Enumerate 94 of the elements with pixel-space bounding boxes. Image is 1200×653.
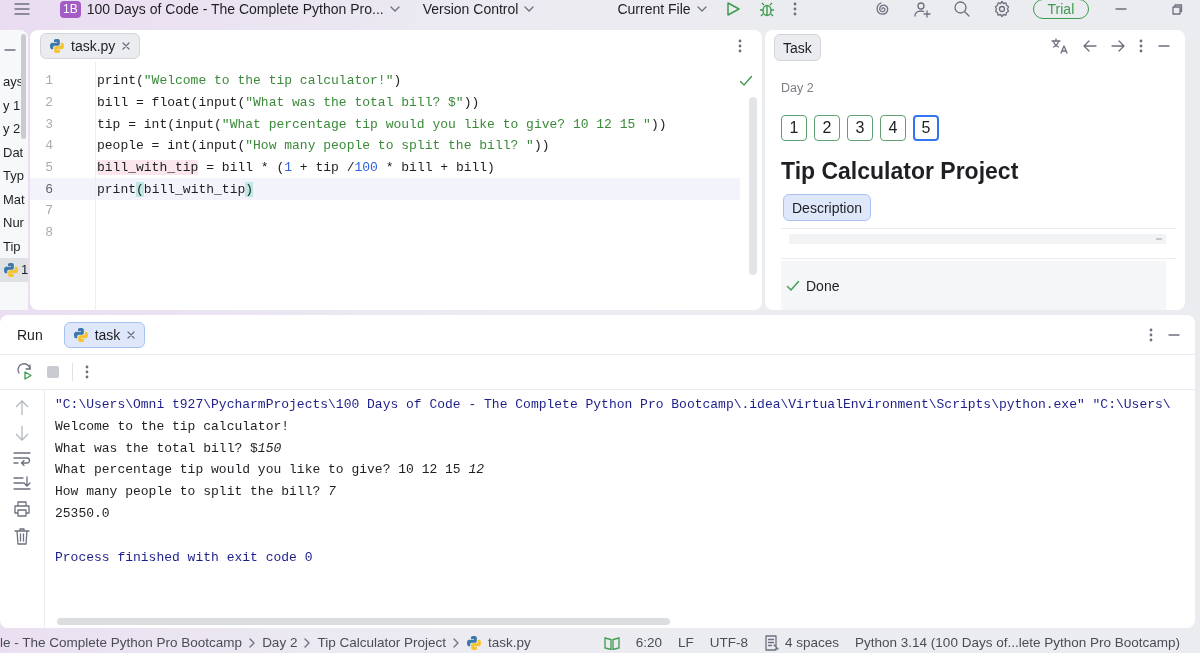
tree-item[interactable]: Typ bbox=[0, 164, 28, 188]
python-icon bbox=[3, 261, 19, 278]
trash-icon[interactable] bbox=[14, 527, 30, 545]
bug-icon[interactable] bbox=[758, 1, 775, 17]
breadcrumb[interactable]: Tip Calculator Project bbox=[317, 635, 446, 650]
translate-icon[interactable] bbox=[1051, 37, 1069, 54]
line-number: 3 bbox=[44, 116, 53, 132]
cursor-position[interactable]: 6:20 bbox=[635, 635, 662, 650]
check-icon bbox=[739, 75, 753, 87]
tree-item[interactable]: Tip bbox=[0, 234, 28, 258]
chevron-icon bbox=[248, 637, 257, 648]
step-button[interactable]: 3 bbox=[847, 115, 873, 141]
code-line: bill = float(input("What was the total bill? $")) bbox=[97, 95, 480, 111]
settings-icon[interactable] bbox=[992, 0, 1011, 18]
project-badge: 1B bbox=[60, 0, 81, 18]
breadcrumb[interactable]: task.py bbox=[487, 635, 531, 650]
code-line: print("Welcome to the tip calculator!") bbox=[97, 73, 402, 89]
caret-icon bbox=[696, 6, 707, 12]
python-icon bbox=[72, 326, 89, 343]
tree-item[interactable]: Dat bbox=[0, 140, 28, 164]
close-icon[interactable] bbox=[121, 41, 132, 51]
caret-icon bbox=[524, 6, 535, 12]
soft-wrap-icon[interactable] bbox=[13, 450, 31, 466]
tree-item[interactable]: 1 bbox=[0, 258, 28, 282]
status-label: Done bbox=[806, 278, 840, 294]
code-line: print(bill_with_tip) bbox=[97, 181, 254, 197]
add-user-icon[interactable] bbox=[912, 0, 931, 18]
step-button[interactable]: 2 bbox=[814, 115, 840, 141]
chevron-icon bbox=[303, 637, 312, 648]
line-ending[interactable]: LF bbox=[678, 635, 694, 650]
more-icon[interactable] bbox=[85, 364, 89, 380]
indent-setting[interactable]: 4 spaces bbox=[785, 635, 840, 650]
tree-item[interactable]: Nur bbox=[0, 211, 28, 235]
scrollbar[interactable] bbox=[21, 34, 26, 139]
console-line: Welcome to the tip calculator! bbox=[55, 417, 291, 436]
interpreter-selector[interactable]: Python 3.14 (100 Days of...lete Python Pro Bootcamp) bbox=[855, 635, 1180, 650]
breadcrumb[interactable]: le - The Complete Python Pro Bootcamp bbox=[0, 635, 243, 650]
scrollbar[interactable] bbox=[749, 97, 757, 275]
more-icon[interactable] bbox=[792, 1, 797, 17]
back-arrow-icon[interactable] bbox=[1083, 39, 1097, 52]
code-line: people = int(input("How many people to split the bill? ")) bbox=[97, 138, 550, 154]
console-line: Process finished with exit code 0 bbox=[55, 548, 314, 567]
tree-item[interactable]: y 2 bbox=[0, 117, 28, 141]
run-icon[interactable] bbox=[724, 1, 741, 17]
document-icon[interactable] bbox=[764, 634, 780, 651]
code-line: tip = int(input("What percentage tip would you like to give? 10 12 15 ")) bbox=[97, 116, 667, 132]
scrollbar[interactable] bbox=[57, 618, 670, 625]
console-line: How many people to split the bill? 7 bbox=[55, 483, 337, 502]
run-config-selector[interactable]: Current File bbox=[617, 1, 691, 17]
rerun-icon[interactable] bbox=[16, 363, 34, 381]
chevron-icon bbox=[451, 637, 460, 648]
tree-item[interactable]: y 1 bbox=[0, 93, 28, 117]
more-icon[interactable] bbox=[1139, 37, 1143, 54]
check-icon bbox=[786, 280, 800, 292]
line-number: 8 bbox=[44, 225, 53, 241]
task-tab[interactable]: Task bbox=[774, 34, 821, 61]
file-tab[interactable]: task.py bbox=[40, 33, 141, 59]
book-icon[interactable] bbox=[603, 635, 620, 650]
panel-title: Run bbox=[17, 326, 43, 343]
restore-icon[interactable] bbox=[1170, 2, 1185, 16]
step-button[interactable]: 5 bbox=[913, 115, 939, 141]
project-selector[interactable]: 100 Days of Code - The Complete Python Pro... bbox=[86, 1, 384, 17]
lesson-name: Day 2 bbox=[781, 81, 815, 95]
console-line: What was the total bill? $150 bbox=[55, 439, 283, 458]
close-icon[interactable] bbox=[126, 329, 137, 340]
menu-icon[interactable] bbox=[14, 2, 30, 16]
line-number: 6 bbox=[44, 181, 53, 197]
vcs-menu[interactable]: Version Control bbox=[422, 1, 519, 17]
step-button[interactable]: 1 bbox=[781, 115, 807, 141]
python-icon bbox=[465, 634, 482, 651]
file-encoding[interactable]: UTF-8 bbox=[709, 635, 748, 650]
run-tab[interactable]: task bbox=[63, 321, 146, 348]
more-icon[interactable] bbox=[1149, 326, 1153, 343]
python-icon bbox=[49, 38, 65, 54]
search-icon[interactable] bbox=[952, 0, 971, 18]
scroll-to-end-icon[interactable] bbox=[13, 475, 31, 491]
line-number: 2 bbox=[44, 95, 53, 111]
console-line: "C:\Users\Omni t927\PycharmProjects\100 Days of Code - The Complete Python Pro Bootcamp\.idea\VirtualEnvironment\Scripts\python.exe" "C:\Users\ bbox=[55, 396, 1171, 414]
forward-arrow-icon[interactable] bbox=[1111, 39, 1125, 52]
line-number: 4 bbox=[44, 138, 53, 154]
console-line: 25350.0 bbox=[55, 505, 111, 523]
breadcrumb[interactable]: Day 2 bbox=[262, 635, 298, 650]
more-icon[interactable] bbox=[738, 38, 742, 54]
line-number: 7 bbox=[44, 203, 53, 219]
line-number: 5 bbox=[44, 160, 53, 176]
tree-item[interactable]: Mat bbox=[0, 187, 28, 211]
line-number: 1 bbox=[44, 73, 53, 89]
console-line: What percentage tip would you like to give? 10 12 15 12 bbox=[55, 461, 486, 480]
code-line: bill_with_tip = bill * (1 + tip /100 * bill + bill) bbox=[97, 160, 495, 176]
step-button[interactable]: 4 bbox=[880, 115, 906, 141]
task-title: Tip Calculator Project bbox=[781, 157, 1020, 185]
description-button[interactable]: Description bbox=[783, 194, 872, 221]
caret-icon bbox=[389, 6, 400, 12]
print-icon[interactable] bbox=[13, 500, 31, 518]
